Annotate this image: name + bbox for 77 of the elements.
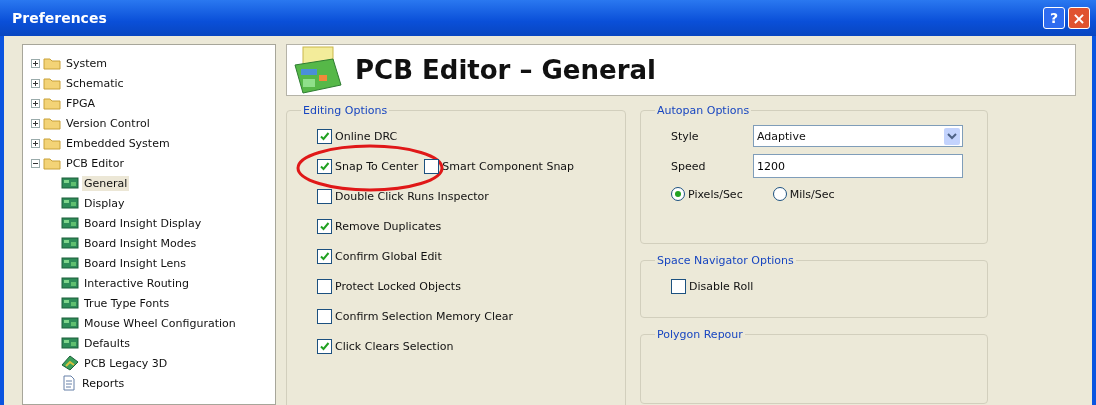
expand-icon[interactable] xyxy=(31,58,40,68)
checkbox[interactable] xyxy=(317,128,332,144)
circuit-board-icon xyxy=(61,297,79,309)
checkbox-label: Smart Component Snap xyxy=(442,159,575,173)
group-title: Space Navigator Options xyxy=(656,254,795,267)
tree-item[interactable]: General xyxy=(82,175,130,191)
folder-icon xyxy=(43,156,61,170)
circuit-board-icon xyxy=(293,45,345,95)
window-title: Preferences xyxy=(12,10,107,26)
field-label: Speed xyxy=(671,159,707,173)
circuit-board-icon xyxy=(61,257,79,269)
circuit-board-icon xyxy=(61,177,79,189)
help-button[interactable]: ? xyxy=(1043,7,1065,29)
tree-item[interactable]: Defaults xyxy=(82,335,132,351)
tree-item[interactable]: PCB Legacy 3D xyxy=(82,355,170,371)
circuit-board-icon xyxy=(61,217,79,229)
tree-item[interactable]: Display xyxy=(82,195,127,211)
checkbox-label: Confirm Selection Memory Clear xyxy=(335,309,514,323)
folder-icon xyxy=(43,116,61,130)
checkbox[interactable] xyxy=(317,248,332,264)
tree-item[interactable]: Embedded System xyxy=(64,135,172,151)
radio-button[interactable] xyxy=(772,187,787,201)
collapse-icon[interactable] xyxy=(31,158,40,168)
tree-item[interactable]: Version Control xyxy=(64,115,152,131)
tree-item[interactable]: Reports xyxy=(80,375,127,391)
radio-button[interactable] xyxy=(671,187,685,201)
checkbox-label: Online DRC xyxy=(335,129,398,143)
tree-item[interactable]: Schematic xyxy=(64,75,126,91)
close-button[interactable]: × xyxy=(1068,7,1090,29)
circuit-board-icon xyxy=(61,317,79,329)
group-title: Polygon Repour xyxy=(656,328,744,341)
circuit-board-icon xyxy=(61,277,79,289)
checkbox[interactable] xyxy=(317,188,332,204)
expand-icon[interactable] xyxy=(31,138,40,148)
checkbox-label: Confirm Global Edit xyxy=(335,249,442,263)
checkbox[interactable] xyxy=(317,218,332,234)
checkbox[interactable] xyxy=(424,158,440,174)
radio-label: Mils/Sec xyxy=(789,187,835,201)
radio-label: Pixels/Sec xyxy=(688,187,743,201)
page-title: PCB Editor – General xyxy=(355,55,656,85)
folder-icon xyxy=(43,76,61,90)
tree-item[interactable]: Board Insight Display xyxy=(82,215,204,231)
checkbox-label: Snap To Center xyxy=(335,159,419,173)
checkbox-label: Double Click Runs Inspector xyxy=(335,189,489,203)
folder-icon xyxy=(43,96,61,110)
tree-item[interactable]: PCB Editor xyxy=(64,155,126,171)
checkbox[interactable] xyxy=(317,158,332,174)
tree-item[interactable]: Board Insight Lens xyxy=(82,255,188,271)
checkbox[interactable] xyxy=(317,278,332,294)
tree-item[interactable]: Interactive Routing xyxy=(82,275,191,291)
checkbox[interactable] xyxy=(671,279,686,294)
checkbox[interactable] xyxy=(317,308,332,324)
circuit-board-icon xyxy=(61,197,79,209)
speed-field[interactable]: 1200 xyxy=(753,154,963,178)
checkbox[interactable] xyxy=(317,338,332,354)
checkbox-label: Protect Locked Objects xyxy=(335,279,461,293)
group-title: Autopan Options xyxy=(656,104,751,117)
checkbox-label: Remove Duplicates xyxy=(335,219,442,233)
field-label: Style xyxy=(671,129,700,143)
checkbox-label: Click Clears Selection xyxy=(335,339,454,353)
checkbox-label: Disable Roll xyxy=(689,280,754,293)
tree-item[interactable]: Mouse Wheel Configuration xyxy=(82,315,238,331)
folder-icon xyxy=(43,136,61,150)
tree-item[interactable]: FPGA xyxy=(64,95,97,111)
tree-item[interactable]: System xyxy=(64,55,110,71)
tree-item[interactable]: Board Insight Modes xyxy=(82,235,199,251)
style-dropdown[interactable]: Adaptive xyxy=(753,125,963,147)
folder-icon xyxy=(43,56,61,70)
board-3d-icon xyxy=(61,355,79,371)
expand-icon[interactable] xyxy=(31,118,40,128)
tree-item[interactable]: True Type Fonts xyxy=(82,295,172,311)
group-title: Editing Options xyxy=(302,104,389,117)
expand-icon[interactable] xyxy=(31,78,40,88)
expand-icon[interactable] xyxy=(31,98,40,108)
circuit-board-icon xyxy=(61,237,79,249)
circuit-board-icon xyxy=(61,337,79,349)
document-icon xyxy=(61,375,77,391)
